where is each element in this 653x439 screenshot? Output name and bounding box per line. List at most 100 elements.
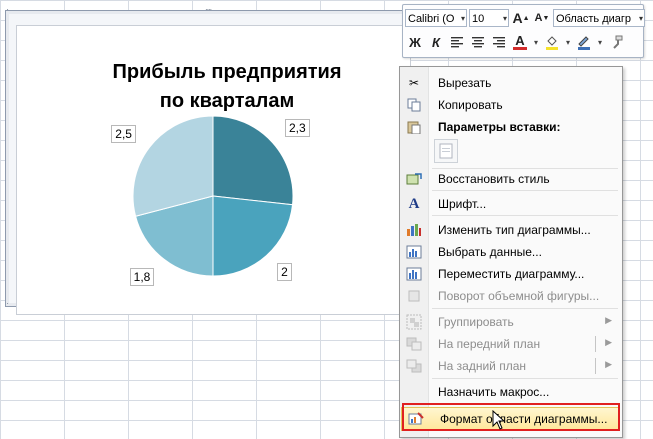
chevron-down-icon: ▾ [565, 37, 570, 47]
pen-icon [578, 36, 590, 50]
pie-slice[interactable] [212, 115, 294, 206]
chevron-down-icon: ▾ [533, 37, 538, 47]
fill-color-dropdown[interactable]: ▾ [563, 32, 573, 52]
font-name-combo[interactable]: Calibri (О ▾ [405, 9, 467, 27]
menu-separator [432, 190, 618, 191]
bold-icon: Ж [409, 34, 421, 50]
bring-forward-icon [406, 336, 422, 352]
font-name-value: Calibri (О [408, 13, 455, 25]
menu-separator [432, 215, 618, 216]
data-label[interactable]: 2,5 [111, 124, 136, 143]
menu-item-label: Шрифт... [438, 197, 487, 211]
data-label[interactable]: 2,3 [284, 118, 310, 137]
paste-keep-formatting-button[interactable] [434, 139, 458, 163]
font-size-combo[interactable]: 10 ▾ [469, 9, 509, 27]
menu-item-copy[interactable]: Копировать [400, 94, 620, 116]
menu-item-change-chart-type[interactable]: Изменить тип диаграммы... [400, 219, 620, 241]
align-center-button[interactable] [468, 32, 488, 52]
menu-item-label: Группировать [438, 315, 514, 329]
align-right-icon [493, 37, 505, 48]
font-color-icon: A [515, 33, 525, 48]
grow-font-icon: A [512, 10, 523, 26]
menu-item-label: Переместить диаграмму... [438, 267, 585, 281]
menu-separator [432, 403, 618, 404]
chart-element-value: Область диагр [556, 13, 632, 25]
menu-item-label: Копировать [438, 98, 503, 112]
menu-item-label: На задний план [438, 359, 527, 373]
pie-plot-area[interactable] [17, 26, 410, 314]
menu-item-reset-style[interactable]: Восстановить стиль [400, 168, 620, 190]
chevron-down-icon: ▾ [460, 14, 465, 23]
format-painter-icon [613, 35, 623, 49]
chevron-down-icon: ▾ [597, 37, 602, 47]
select-data-icon [406, 244, 422, 260]
menu-item-label: Поворот объемной фигуры... [438, 289, 600, 303]
resize-handle-top[interactable]: ∙∙∙∙ [202, 5, 214, 14]
bold-button[interactable]: Ж [405, 32, 425, 52]
font-icon: A [408, 195, 420, 212]
font-color-dropdown[interactable]: ▾ [531, 32, 541, 52]
menu-item-label: Вырезать [438, 76, 492, 90]
clipboard-icon [439, 143, 453, 159]
align-right-button[interactable] [489, 32, 509, 52]
reset-style-icon [406, 171, 422, 187]
shrink-font-button[interactable]: A ▼ [532, 8, 552, 28]
menu-item-select-data[interactable]: Выбрать данные... [400, 241, 620, 263]
chart-area[interactable]: Прибыль предприятия по кварталам 2,3 2 1,8… [16, 25, 411, 315]
rotate-3d-icon [406, 288, 422, 304]
italic-icon: К [432, 34, 440, 50]
chart-object[interactable]: ∙∙∙∙ ∙∙∙∙ ∙ ∙ Прибыль предприятия по ква… [5, 5, 411, 315]
data-label[interactable]: 1,8 [129, 267, 155, 286]
menu-section-paste-options: Параметры вставки: [400, 116, 620, 138]
menu-item-label: Параметры вставки: [438, 120, 561, 134]
outline-color-button[interactable] [574, 32, 594, 52]
chart-element-combo[interactable]: Область диагр ▾ [553, 9, 645, 27]
mini-toolbar: Calibri (О ▾ 10 ▾ A ▲ A ▼ Область диагр ▾ … [402, 4, 645, 58]
shrink-font-icon: A [534, 12, 543, 24]
menu-item-font[interactable]: A Шрифт... [400, 193, 620, 215]
font-color-button[interactable]: A [510, 32, 530, 52]
menu-item-send-backward[interactable]: На задний план ▶ [400, 355, 620, 377]
chevron-down-icon: ▾ [638, 14, 643, 23]
menu-item-label: Формат области диаграммы... [440, 412, 608, 426]
resize-handle-bottom-left[interactable]: ∙ [1, 299, 13, 308]
copy-icon [406, 97, 422, 113]
menu-item-format-chart-area[interactable]: Формат области диаграммы... [401, 407, 619, 431]
outline-color-dropdown[interactable]: ▾ [595, 32, 605, 52]
scissors-icon: ✂ [408, 76, 420, 90]
menu-item-group[interactable]: Группировать ▶ [400, 311, 620, 333]
menu-item-label: Изменить тип диаграммы... [438, 223, 591, 237]
align-center-icon [472, 37, 484, 48]
submenu-arrow-icon: ▶ [605, 337, 612, 347]
menu-item-move-chart[interactable]: Переместить диаграмму... [400, 263, 620, 285]
move-chart-icon [406, 266, 422, 282]
context-menu: ✂ Вырезать Копировать Параметры вставки:… [399, 66, 623, 438]
menu-item-bring-forward[interactable]: На передний план ▶ [400, 333, 620, 355]
split-divider [595, 358, 596, 374]
chart-type-icon [406, 222, 422, 238]
menu-item-assign-macro[interactable]: Назначить макрос... [400, 381, 620, 403]
mouse-pointer-icon [492, 410, 506, 430]
menu-item-3d-rotation[interactable]: Поворот объемной фигуры... [400, 285, 620, 307]
split-divider [595, 336, 596, 352]
format-painter-button[interactable] [606, 32, 626, 52]
align-left-icon [451, 37, 463, 48]
menu-separator [432, 378, 618, 379]
grow-font-button[interactable]: A ▲ [511, 8, 531, 28]
format-chart-area-icon [408, 411, 424, 427]
submenu-arrow-icon: ▶ [605, 315, 612, 325]
send-backward-icon [406, 358, 422, 374]
data-label[interactable]: 2 [277, 262, 292, 281]
paint-bucket-icon [546, 36, 558, 50]
chevron-down-icon: ▾ [502, 14, 507, 23]
align-left-button[interactable] [447, 32, 467, 52]
paste-icon [406, 119, 422, 135]
font-size-value: 10 [472, 13, 485, 25]
italic-button[interactable]: К [426, 32, 446, 52]
fill-color-button[interactable] [542, 32, 562, 52]
menu-item-label: Восстановить стиль [438, 172, 550, 186]
menu-item-cut[interactable]: ✂ Вырезать [400, 72, 620, 94]
resize-handle-top-left[interactable]: ∙ [1, 5, 13, 14]
submenu-arrow-icon: ▶ [605, 359, 612, 369]
menu-item-label: Выбрать данные... [438, 245, 542, 259]
